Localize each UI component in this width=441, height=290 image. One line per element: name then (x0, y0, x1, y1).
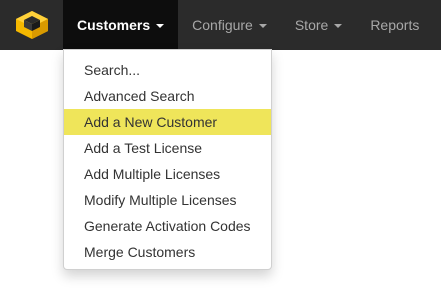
menu-item-generate-activation-codes[interactable]: Generate Activation Codes (64, 213, 271, 239)
nav-store[interactable]: Store (281, 0, 356, 50)
caret-down-icon (334, 24, 343, 28)
caret-down-icon (258, 24, 267, 28)
customers-dropdown-menu: Search... Advanced Search Add a New Cust… (63, 49, 272, 270)
nav-configure-label: Configure (192, 17, 253, 33)
nav-configure[interactable]: Configure (178, 0, 281, 50)
menu-item-add-test-license[interactable]: Add a Test License (64, 135, 271, 161)
menu-item-merge-customers[interactable]: Merge Customers (64, 239, 271, 265)
nav-reports-label: Reports (370, 17, 420, 33)
top-navbar: Customers Configure Store Reports (0, 0, 441, 50)
menu-item-add-new-customer[interactable]: Add a New Customer (64, 109, 271, 135)
yellow-cubes-logo-icon (15, 11, 48, 39)
brand-logo[interactable] (0, 0, 63, 50)
nav-reports[interactable]: Reports (356, 0, 433, 50)
menu-item-advanced-search[interactable]: Advanced Search (64, 83, 271, 109)
nav-customers[interactable]: Customers (63, 0, 179, 50)
nav-store-label: Store (294, 17, 329, 33)
nav-customers-label: Customers (77, 17, 151, 33)
menu-item-modify-multiple-licenses[interactable]: Modify Multiple Licenses (64, 187, 271, 213)
menu-item-add-multiple-licenses[interactable]: Add Multiple Licenses (64, 161, 271, 187)
menu-item-search[interactable]: Search... (64, 57, 271, 83)
caret-down-icon (156, 24, 165, 28)
